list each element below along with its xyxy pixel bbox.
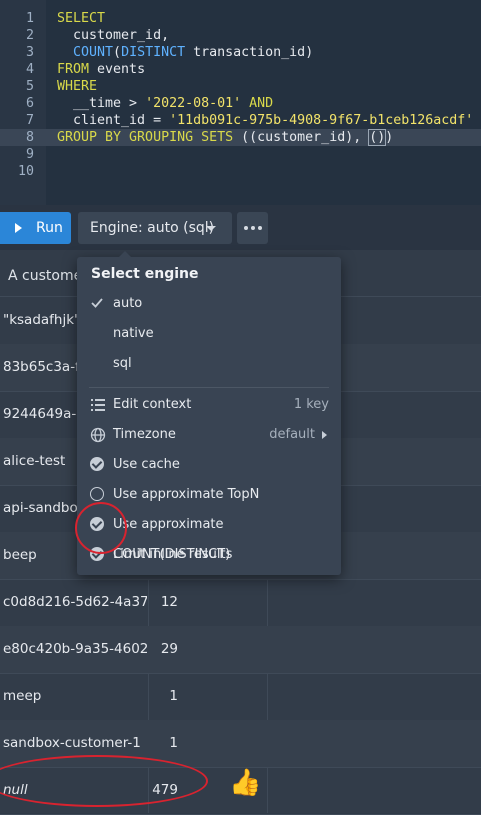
line-number: 10	[17, 164, 34, 179]
thumbs-up-icon: 👍	[229, 768, 262, 798]
run-button[interactable]: Run	[0, 212, 71, 244]
cell-count: 29	[160, 641, 178, 657]
code-token: customer_id,	[57, 28, 170, 43]
line-number: 5	[25, 79, 34, 94]
cell-customer-id: e80c420b-9a35-4602-8e	[3, 641, 147, 657]
dot-icon	[257, 226, 262, 230]
code-line[interactable]: 9	[0, 146, 481, 163]
code-token: '2022-08-01'	[145, 96, 242, 111]
list-icon	[90, 397, 106, 413]
menu-item-label: native	[113, 326, 154, 341]
code-line[interactable]: 7 client_id = '11db091c-975b-4908-9f67-b…	[0, 112, 481, 129]
dot-icon	[250, 226, 255, 230]
code-token: WHERE	[57, 79, 98, 94]
menu-item-label: Use approximate TopN	[113, 487, 260, 502]
engine-select-button[interactable]: Engine: auto (sql)	[78, 212, 232, 244]
code-token: (	[113, 45, 122, 60]
menu-title: Select engine	[91, 266, 199, 282]
code-token: events	[89, 62, 146, 77]
cell-count: 12	[160, 594, 178, 610]
code-text: COUNT(DISTINCT transaction_id)	[57, 44, 313, 61]
line-number: 1	[25, 11, 34, 26]
code-line[interactable]: 2 customer_id,	[0, 27, 481, 44]
menu-item-label: Timezone	[113, 427, 176, 442]
line-number: 3	[25, 45, 34, 60]
code-text: WHERE	[57, 78, 97, 95]
menu-divider	[89, 387, 329, 388]
line-number: 7	[25, 113, 34, 128]
menu-item-label: Use cache	[113, 457, 180, 472]
play-icon	[15, 223, 22, 233]
code-token: '11db091c-975b-4908-9f67-b1ceb126acdf'	[169, 113, 474, 128]
code-line[interactable]: 8 GROUP BY GROUPING SETS ((customer_id), …	[0, 129, 481, 146]
code-line[interactable]: 6 __time > '2022-08-01' AND	[0, 95, 481, 112]
code-token: SELECT	[57, 11, 106, 26]
code-text: customer_id,	[57, 27, 169, 44]
chevron-right-icon	[322, 431, 327, 439]
menu-item-sql[interactable]: sql	[77, 349, 341, 379]
table-row: c0d8d216-5d62-4a37-a1 12	[0, 579, 481, 627]
line-number: 6	[25, 96, 34, 111]
line-number: 9	[25, 147, 34, 162]
more-options-button[interactable]	[237, 212, 268, 244]
table-row: meep 1	[0, 673, 481, 721]
code-line[interactable]: 4 FROM events	[0, 61, 481, 78]
menu-item-approx-topn[interactable]: Use approximate TopN	[77, 480, 341, 510]
cell-customer-id: meep	[3, 688, 42, 704]
column-header-customer[interactable]: A customer	[8, 260, 88, 296]
globe-icon	[90, 427, 106, 443]
table-row: e80c420b-9a35-4602-8e 29	[0, 626, 481, 674]
checked-circle-icon	[90, 457, 106, 473]
code-text: client_id = '11db091c-975b-4908-9f67-b1c…	[57, 112, 473, 129]
sql-editor[interactable]: 1 SELECT 2 customer_id, 3 COUNT(DISTINCT tr…	[0, 0, 481, 205]
edit-context-value: 1 key	[293, 397, 329, 412]
caret-down-icon	[206, 226, 216, 231]
menu-item-label: sql	[113, 356, 132, 371]
annotation-circle	[75, 502, 127, 554]
menu-item-native[interactable]: native	[77, 319, 341, 349]
code-text: SELECT	[57, 10, 105, 27]
code-line[interactable]: 10	[0, 163, 481, 180]
code-line[interactable]: 1 SELECT	[0, 10, 481, 27]
menu-item-auto[interactable]: auto	[77, 289, 341, 319]
code-line[interactable]: 3 COUNT(DISTINCT transaction_id)	[0, 44, 481, 61]
line-number: 8	[25, 130, 34, 145]
code-text: __time > '2022-08-01' AND	[57, 95, 273, 112]
menu-item-label: Edit context	[113, 397, 192, 412]
menu-item-label: Limit inline results	[113, 547, 233, 562]
code-token: transaction_id)	[185, 45, 314, 60]
cell-customer-id: c0d8d216-5d62-4a37-a1	[3, 594, 147, 610]
code-token: DISTINCT	[121, 45, 186, 60]
code-token: __time >	[57, 96, 146, 111]
query-toolbar: Run Engine: auto (sql)	[0, 205, 481, 250]
run-button-label: Run	[36, 220, 63, 236]
code-text: GROUP BY GROUPING SETS ((customer_id), (…	[57, 129, 393, 146]
check-icon	[90, 296, 106, 312]
code-token: GROUP BY GROUPING SETS	[57, 130, 234, 145]
line-number: 4	[25, 62, 34, 77]
code-token: client_id =	[57, 113, 170, 128]
engine-select-label: Engine: auto (sql)	[90, 220, 215, 236]
code-text: FROM events	[57, 61, 145, 78]
code-token: AND	[241, 96, 274, 111]
code-token: FROM	[57, 62, 90, 77]
line-number: 2	[25, 28, 34, 43]
timezone-value: default	[269, 427, 315, 442]
menu-item-label: auto	[113, 296, 143, 311]
cell-count: 1	[169, 688, 178, 704]
code-token: ()	[368, 129, 387, 146]
code-token: )	[385, 130, 394, 145]
code-token: ((customer_id),	[233, 130, 370, 145]
code-line[interactable]: 5 WHERE	[0, 78, 481, 95]
dot-icon	[243, 226, 248, 230]
menu-item-timezone[interactable]: Timezone default	[77, 420, 341, 450]
menu-item-use-cache[interactable]: Use cache	[77, 450, 341, 480]
code-token: COUNT	[57, 45, 114, 60]
menu-item-edit-context[interactable]: Edit context 1 key	[77, 390, 341, 420]
unchecked-circle-icon	[90, 487, 106, 503]
